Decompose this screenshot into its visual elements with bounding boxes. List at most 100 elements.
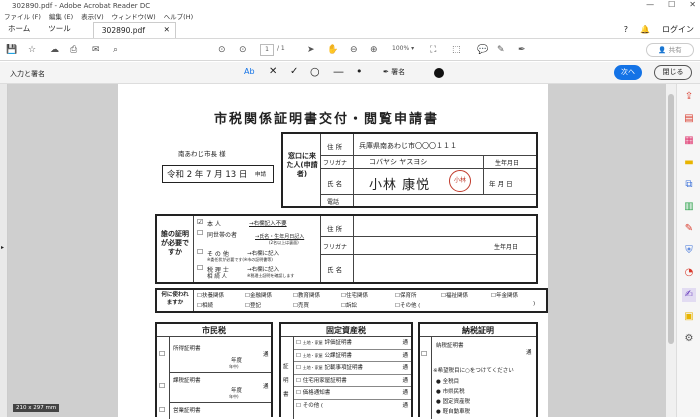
more-tools-icon[interactable]: ⚙	[682, 332, 696, 346]
tab-document[interactable]: 302890.pdf ✕	[92, 22, 176, 38]
menu-edit[interactable]: 編集 (E)	[49, 11, 73, 21]
purpose-option[interactable]: ☐年金関係	[491, 291, 518, 299]
share-button[interactable]: 👤 共有	[646, 43, 694, 57]
divider	[193, 290, 194, 311]
upload-cloud-icon[interactable]: ☁	[50, 45, 59, 55]
page-down-icon[interactable]: ⊙	[239, 45, 247, 55]
login-button[interactable]: ログイン	[662, 24, 694, 35]
protect-icon[interactable]: ⛨	[682, 244, 696, 258]
sign-pen-icon[interactable]: ✒	[518, 45, 526, 55]
send-for-review-icon[interactable]: ▣	[682, 310, 696, 324]
dot-icon[interactable]: •	[356, 65, 363, 78]
asset-count: 通	[402, 402, 408, 409]
asset-row[interactable]: ☐ 土地・家屋 評価証明書通	[294, 337, 411, 350]
edit-pdf-icon[interactable]: ▦	[682, 134, 696, 148]
menu-view[interactable]: 表示(V)	[81, 11, 104, 21]
purpose-option[interactable]: ☐住宅関係	[341, 291, 368, 299]
circle-icon[interactable]: ○	[310, 65, 320, 78]
fit-page-icon[interactable]: ⛶	[430, 45, 436, 55]
city-item-checkbox[interactable]: ☐	[159, 350, 165, 358]
menu-window[interactable]: ウィンドウ(W)	[112, 11, 156, 21]
other-checkbox[interactable]: ☐	[197, 248, 203, 256]
vertical-scrollbar[interactable]	[666, 84, 676, 417]
zoom-in-icon[interactable]: ⊕	[370, 45, 378, 55]
color-picker-icon[interactable]	[434, 68, 444, 78]
search-icon[interactable]: ⌕	[113, 45, 118, 55]
family-checkbox[interactable]: ☐	[197, 229, 203, 237]
tab-tools[interactable]: ツール	[40, 23, 81, 38]
main-toolbar: 💾 ☆ ☁ ⎙ ✉ ⌕ ⊙ ⊙ 1 / 1 ➤ ✋ ⊖ ⊕ 100% ▾ ⛶ ⬚…	[0, 39, 700, 61]
asset-item: 記載事項証明書	[324, 365, 363, 371]
purpose-option[interactable]: ☐訴訟	[341, 301, 357, 309]
tab-home[interactable]: ホーム	[0, 23, 40, 38]
payment-checkbox[interactable]: ☐	[421, 350, 427, 358]
check-mark-icon[interactable]: ✓	[290, 66, 298, 77]
print-icon[interactable]: ⎙	[70, 45, 77, 55]
asset-row[interactable]: ☐ 住宅用家屋証明書通	[294, 375, 411, 387]
city-item-checkbox[interactable]: ☐	[159, 406, 165, 414]
target-furigana-label: フリガナ	[323, 244, 348, 251]
add-text-icon[interactable]: Ab	[244, 67, 255, 76]
close-tab-icon[interactable]: ✕	[164, 25, 170, 34]
asset-row[interactable]: ☐ 価格通知書通	[294, 387, 411, 400]
mail-icon[interactable]: ✉	[92, 45, 100, 55]
bookmark-star-icon[interactable]: ☆	[28, 45, 36, 55]
city-item-checkbox[interactable]: ☐	[159, 382, 165, 390]
purpose-box: 何に使われますか ☐扶養関係 ☐金融関係 ☐教育関係 ☐住宅関係 ☐保育所 ☐福…	[155, 288, 548, 313]
rel-family: 同世帯の者	[207, 232, 238, 239]
divider	[320, 216, 321, 282]
left-panel-toggle[interactable]: ▸	[0, 84, 8, 417]
scroll-thumb[interactable]	[668, 94, 674, 344]
optimize-icon[interactable]: ◔	[682, 266, 696, 280]
line-icon[interactable]: —	[333, 65, 344, 78]
maximize-button[interactable]: ☐	[668, 0, 675, 9]
page-up-icon[interactable]: ⊙	[218, 45, 226, 55]
zoom-out-icon[interactable]: ⊖	[350, 45, 358, 55]
close-window-button[interactable]: ✕	[689, 0, 696, 9]
next-button[interactable]: 次へ	[614, 65, 642, 80]
asset-row[interactable]: ☐ 土地・家屋 公課証明書通	[294, 350, 411, 362]
comment-tool-icon[interactable]: ▬	[682, 156, 696, 170]
cross-mark-icon[interactable]: ✕	[269, 66, 277, 77]
page-total: / 1	[277, 45, 285, 52]
comment-icon[interactable]: 💬	[477, 45, 488, 55]
close-button[interactable]: 閉じる	[654, 65, 692, 80]
redact-icon[interactable]: ✎	[682, 222, 696, 236]
menu-file[interactable]: ファイル (F)	[4, 11, 41, 21]
minimize-button[interactable]: —	[646, 0, 654, 9]
purpose-option[interactable]: ☐登記	[245, 301, 261, 309]
payment-tax-label: 軽自動車税	[442, 409, 471, 415]
organize-pages-icon[interactable]: ▥	[682, 200, 696, 214]
asset-row[interactable]: ☐ その他 (通	[294, 400, 411, 413]
purpose-option[interactable]: ☐扶養関係	[197, 291, 224, 299]
zoom-select[interactable]: 100% ▾	[392, 45, 414, 52]
purpose-option[interactable]: ☐相続	[197, 301, 213, 309]
asset-row[interactable]: ☐ 土地・家屋 記載事項証明書通	[294, 362, 411, 375]
marquee-zoom-icon[interactable]: ⬚	[452, 45, 461, 55]
sign-button[interactable]: ✒ 署名	[383, 67, 405, 77]
fill-sign-tool-icon[interactable]: ✍	[682, 288, 696, 302]
purpose-option[interactable]: ☐保育所	[395, 291, 416, 299]
purpose-option[interactable]: ☐福祉関係	[441, 291, 468, 299]
purpose-option[interactable]: ☐売買	[293, 301, 309, 309]
page-number-input[interactable]: 1	[260, 44, 274, 56]
self-checkbox[interactable]: ☑	[197, 218, 203, 226]
purpose-option[interactable]: ☐金融関係	[245, 291, 272, 299]
hand-tool-icon[interactable]: ✋	[327, 45, 338, 55]
bell-icon[interactable]: 🔔	[640, 25, 650, 34]
asset-side-label: 証明書	[283, 360, 292, 402]
name-value: 小林 康悦	[369, 178, 431, 193]
tax-checkbox[interactable]: ☐	[197, 264, 203, 272]
menu-help[interactable]: ヘルプ(H)	[164, 11, 193, 21]
pen-icon[interactable]: ✎	[497, 45, 505, 55]
rel-self: 本 人	[207, 221, 221, 228]
purpose-option[interactable]: ☐教育関係	[293, 291, 320, 299]
seal-text: 小林	[453, 177, 466, 184]
select-cursor-icon[interactable]: ➤	[307, 45, 315, 55]
help-icon[interactable]: ?	[624, 25, 628, 34]
purpose-option[interactable]: ☐その他 (	[395, 301, 420, 309]
combine-files-icon[interactable]: ⧉	[682, 178, 696, 192]
export-pdf-icon[interactable]: ⇪	[682, 90, 696, 104]
create-pdf-icon[interactable]: ▤	[682, 112, 696, 126]
save-icon[interactable]: 💾	[6, 45, 17, 55]
